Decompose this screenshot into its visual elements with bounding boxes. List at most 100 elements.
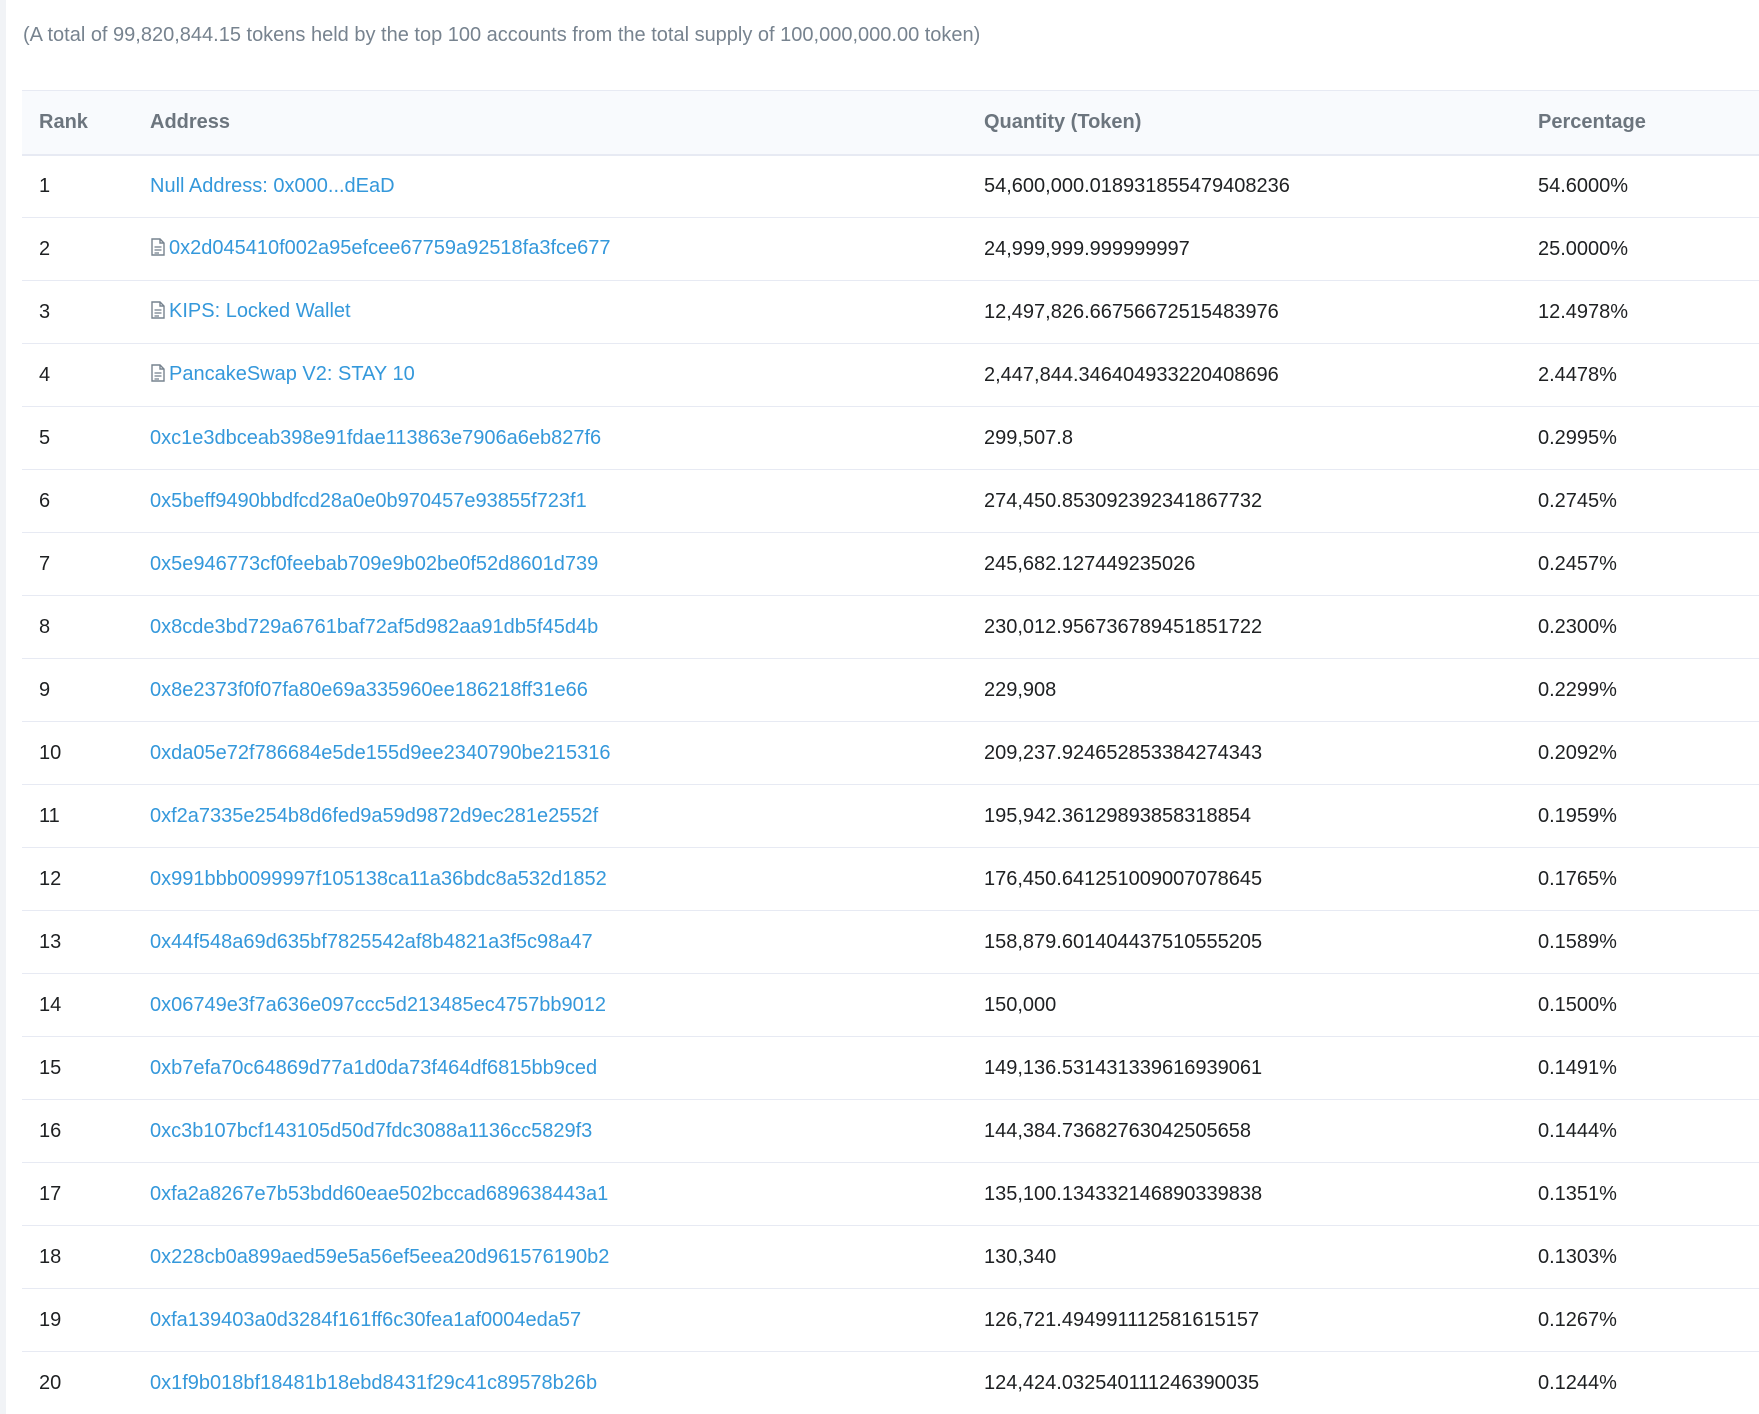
percentage-cell: 0.1491% [1538,1036,1759,1100]
rank-cell: 17 [22,1162,150,1226]
holder-address-link[interactable]: 0x5e946773cf0feebab709e9b02be0f52d8601d7… [150,553,598,575]
percentage-cell: 0.2457% [1538,532,1759,596]
quantity-cell: 229,908 [984,658,1538,722]
quantity-cell: 24,999,999.999999997 [984,217,1538,281]
address-cell: PancakeSwap V2: STAY 10 [150,343,984,407]
percentage-cell: 0.1303% [1538,1225,1759,1289]
holder-address-link[interactable]: 0xc1e3dbceab398e91fdae113863e7906a6eb827… [150,427,601,449]
quantity-cell: 124,424.032540111246390035 [984,1351,1538,1414]
holders-table: Rank Address Quantity (Token) Percentage… [22,90,1759,1414]
quantity-cell: 12,497,826.66756672515483976 [984,280,1538,344]
percentage-cell: 0.1500% [1538,973,1759,1037]
holder-address-link[interactable]: 0x44f548a69d635bf7825542af8b4821a3f5c98a… [150,931,593,953]
percentage-cell: 0.1267% [1538,1288,1759,1352]
table-row: 8 0x8cde3bd729a6761baf72af5d982aa91db5f4… [22,595,1759,659]
percentage-cell: 0.2745% [1538,469,1759,533]
percentage-cell: 54.6000% [1538,154,1759,218]
holder-address-link[interactable]: 0x06749e3f7a636e097ccc5d213485ec4757bb90… [150,994,606,1016]
table-row: 15 0xb7efa70c64869d77a1d0da73f464df6815b… [22,1036,1759,1100]
address-cell: 0xb7efa70c64869d77a1d0da73f464df6815bb9c… [150,1036,984,1100]
percentage-cell: 0.1244% [1538,1351,1759,1414]
address-cell: 0xfa2a8267e7b53bdd60eae502bccad689638443… [150,1162,984,1226]
table-row: 1 Null Address: 0x000...dEaD 54,600,000.… [22,154,1759,218]
column-header-address: Address [150,90,984,156]
address-cell: 0x06749e3f7a636e097ccc5d213485ec4757bb90… [150,973,984,1037]
holder-address-link[interactable]: 0xfa139403a0d3284f161ff6c30fea1af0004eda… [150,1309,581,1331]
table-row: 10 0xda05e72f786684e5de155d9ee2340790be2… [22,721,1759,785]
percentage-cell: 0.2092% [1538,721,1759,785]
holder-address-link[interactable]: Null Address: 0x000...dEaD [150,175,395,197]
holder-address-link[interactable]: KIPS: Locked Wallet [169,300,351,322]
table-row: 6 0x5beff9490bbdfcd28a0e0b970457e93855f7… [22,469,1759,533]
holder-address-link[interactable]: 0x991bbb0099997f105138ca11a36bdc8a532d18… [150,868,607,890]
holder-address-link[interactable]: 0x1f9b018bf18481b18ebd8431f29c41c89578b2… [150,1372,597,1394]
rank-cell: 2 [22,217,150,281]
quantity-cell: 126,721.494991112581615157 [984,1288,1538,1352]
holder-address-link[interactable]: 0xc3b107bcf143105d50d7fdc3088a1136cc5829… [150,1120,592,1142]
percentage-cell: 0.1444% [1538,1099,1759,1163]
table-row: 16 0xc3b107bcf143105d50d7fdc3088a1136cc5… [22,1099,1759,1163]
table-row: 2 0x2d045410f002a95efcee67759a92518fa3fc… [22,217,1759,281]
holder-address-link[interactable]: 0xfa2a8267e7b53bdd60eae502bccad689638443… [150,1183,608,1205]
holder-address-link[interactable]: 0x8cde3bd729a6761baf72af5d982aa91db5f45d… [150,616,598,638]
holder-address-link[interactable]: 0x5beff9490bbdfcd28a0e0b970457e93855f723… [150,490,587,512]
holder-address-link[interactable]: 0x8e2373f0f07fa80e69a335960ee186218ff31e… [150,679,588,701]
address-cell: 0x8cde3bd729a6761baf72af5d982aa91db5f45d… [150,595,984,659]
table-row: 7 0x5e946773cf0feebab709e9b02be0f52d8601… [22,532,1759,596]
table-row: 3 KIPS: Locked Wallet 12,497,826.6675667… [22,280,1759,344]
rank-cell: 7 [22,532,150,596]
holder-address-link[interactable]: 0x2d045410f002a95efcee67759a92518fa3fce6… [169,237,611,259]
column-header-percentage: Percentage [1538,90,1759,156]
percentage-cell: 0.2995% [1538,406,1759,470]
rank-cell: 18 [22,1225,150,1289]
address-cell: 0x5beff9490bbdfcd28a0e0b970457e93855f723… [150,469,984,533]
address-cell: 0xda05e72f786684e5de155d9ee2340790be2153… [150,721,984,785]
holder-address-link[interactable]: 0xf2a7335e254b8d6fed9a59d9872d9ec281e255… [150,805,598,827]
address-cell: 0xc1e3dbceab398e91fdae113863e7906a6eb827… [150,406,984,470]
table-row: 9 0x8e2373f0f07fa80e69a335960ee186218ff3… [22,658,1759,722]
column-header-rank: Rank [22,90,150,156]
rank-cell: 19 [22,1288,150,1352]
rank-cell: 10 [22,721,150,785]
rank-cell: 8 [22,595,150,659]
rank-cell: 9 [22,658,150,722]
rank-cell: 5 [22,406,150,470]
percentage-cell: 0.1959% [1538,784,1759,848]
table-row: 18 0x228cb0a899aed59e5a56ef5eea20d961576… [22,1225,1759,1289]
quantity-cell: 209,237.924652853384274343 [984,721,1538,785]
quantity-cell: 54,600,000.018931855479408236 [984,154,1538,218]
rank-cell: 20 [22,1351,150,1414]
holder-address-link[interactable]: 0x228cb0a899aed59e5a56ef5eea20d961576190… [150,1246,609,1268]
holder-address-link[interactable]: 0xda05e72f786684e5de155d9ee2340790be2153… [150,742,610,764]
quantity-cell: 195,942.36129893858318854 [984,784,1538,848]
percentage-cell: 0.1765% [1538,847,1759,911]
percentage-cell: 0.2299% [1538,658,1759,722]
holder-address-link[interactable]: 0xb7efa70c64869d77a1d0da73f464df6815bb9c… [150,1057,597,1079]
holder-address-link[interactable]: PancakeSwap V2: STAY 10 [169,363,415,385]
quantity-cell: 158,879.601404437510555205 [984,910,1538,974]
file-text-icon [150,363,166,388]
file-text-icon [150,300,166,325]
rank-cell: 3 [22,280,150,344]
quantity-cell: 299,507.8 [984,406,1538,470]
quantity-cell: 2,447,844.346404933220408696 [984,343,1538,407]
table-row: 20 0x1f9b018bf18481b18ebd8431f29c41c8957… [22,1351,1759,1414]
address-cell: 0x8e2373f0f07fa80e69a335960ee186218ff31e… [150,658,984,722]
quantity-cell: 144,384.73682763042505658 [984,1099,1538,1163]
rank-cell: 16 [22,1099,150,1163]
table-row: 14 0x06749e3f7a636e097ccc5d213485ec4757b… [22,973,1759,1037]
address-cell: 0x1f9b018bf18481b18ebd8431f29c41c89578b2… [150,1351,984,1414]
quantity-cell: 149,136.531431339616939061 [984,1036,1538,1100]
rank-cell: 1 [22,154,150,218]
percentage-cell: 0.1589% [1538,910,1759,974]
quantity-cell: 230,012.956736789451851722 [984,595,1538,659]
table-row: 4 PancakeSwap V2: STAY 10 2,447,844.3464… [22,343,1759,407]
quantity-cell: 130,340 [984,1225,1538,1289]
rank-cell: 13 [22,910,150,974]
token-holders-page: (A total of 99,820,844.15 tokens held by… [0,0,1759,1414]
percentage-cell: 0.2300% [1538,595,1759,659]
table-header-row: Rank Address Quantity (Token) Percentage [22,90,1759,156]
quantity-cell: 135,100.134332146890339838 [984,1162,1538,1226]
column-header-quantity: Quantity (Token) [984,90,1538,156]
quantity-cell: 274,450.853092392341867732 [984,469,1538,533]
